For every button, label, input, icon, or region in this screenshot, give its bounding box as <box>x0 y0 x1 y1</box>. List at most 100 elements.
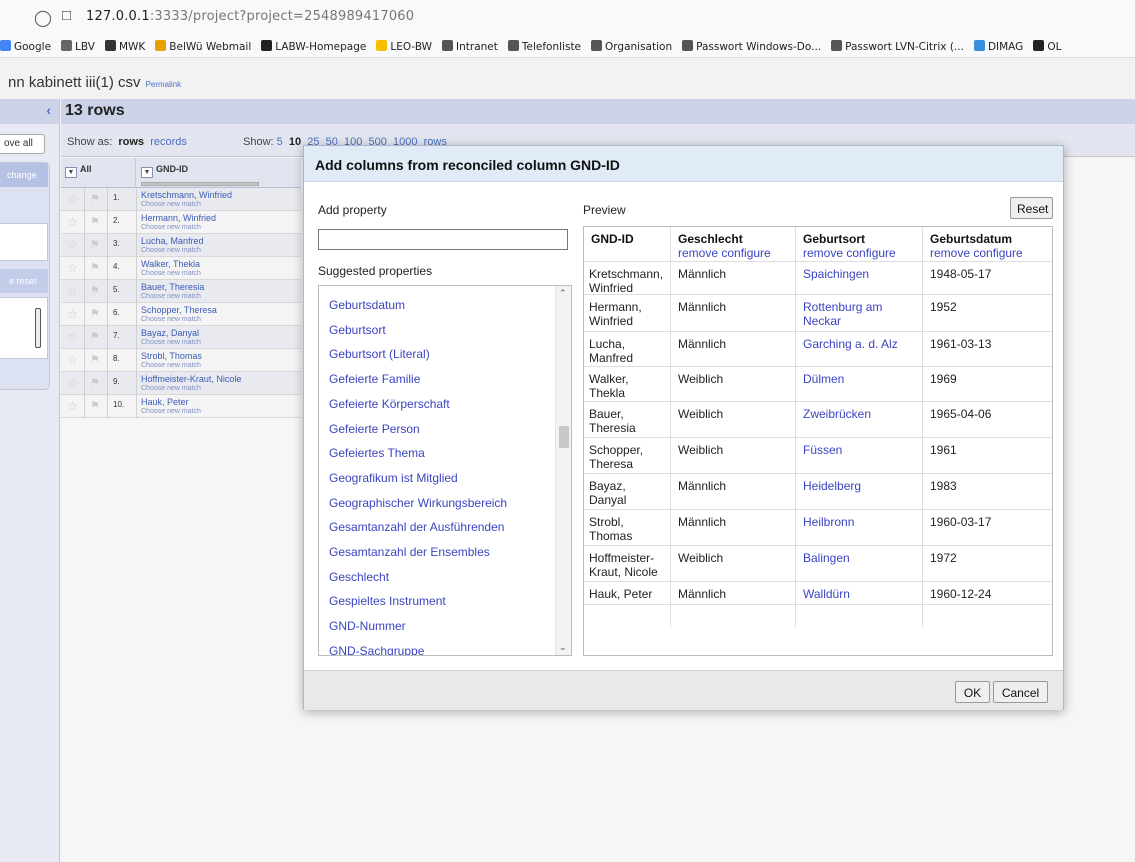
star-icon[interactable]: ☆ <box>67 307 78 321</box>
scroll-up-icon[interactable]: ⌃ <box>559 288 567 299</box>
facet-change-link[interactable]: change <box>0 163 48 187</box>
configure-geschlecht-link[interactable]: configure <box>721 246 770 260</box>
bookmark-item[interactable]: LEO-BW <box>376 36 432 57</box>
place-line-1[interactable]: Heidelberg <box>803 479 861 493</box>
star-icon[interactable]: ☆ <box>67 399 78 413</box>
gnd-cell[interactable]: Bauer, Theresia Choose new match <box>141 282 204 302</box>
gnd-cell[interactable]: Walker, Thekla Choose new match <box>141 259 201 279</box>
star-icon[interactable]: ☆ <box>67 376 78 390</box>
ok-button[interactable]: OK <box>955 681 990 703</box>
suggested-property[interactable]: Geburtsort (Literal) <box>329 347 430 361</box>
flag-icon[interactable]: ⚑ <box>90 238 100 251</box>
flag-icon[interactable]: ⚑ <box>90 376 100 389</box>
matched-name-link[interactable]: Kretschmann, Winfried <box>141 190 232 200</box>
choose-new-match-link[interactable]: Choose new match <box>141 269 201 279</box>
flag-icon[interactable]: ⚑ <box>90 399 100 412</box>
preview-geburtsort-link[interactable]: Rottenburg am Neckar <box>803 300 882 328</box>
suggested-properties-list[interactable]: GND-Sachgruppe GND-Nummer Gespieltes Instr… <box>318 285 572 656</box>
matched-name-link[interactable]: Schopper, Theresa <box>141 305 217 315</box>
star-icon[interactable]: ☆ <box>67 330 78 344</box>
bookmark-item[interactable]: OL <box>1033 36 1061 57</box>
place-line-1[interactable]: Walldürn <box>803 587 850 601</box>
add-property-input[interactable] <box>318 229 568 250</box>
suggested-property[interactable]: Gefeierte Person <box>329 422 420 436</box>
matched-name-link[interactable]: Hauk, Peter <box>141 397 189 407</box>
place-line-1[interactable]: Füssen <box>803 443 842 457</box>
bookmark-item[interactable]: Passwort Windows-Do... <box>682 36 821 57</box>
bookmark-item[interactable]: Passwort LVN-Citrix (... <box>831 36 964 57</box>
place-line-1[interactable]: Balingen <box>803 551 850 565</box>
shield-icon[interactable]: ◯ <box>34 8 52 28</box>
gnd-cell[interactable]: Schopper, Theresa Choose new match <box>141 305 217 325</box>
suggested-property[interactable]: Gesamtanzahl der Ensembles <box>329 545 490 559</box>
choose-new-match-link[interactable]: Choose new match <box>141 246 204 256</box>
permalink-link[interactable]: Permalink <box>146 80 182 89</box>
choose-new-match-link[interactable]: Choose new match <box>141 315 217 325</box>
choose-new-match-link[interactable]: Choose new match <box>141 200 232 210</box>
star-icon[interactable]: ☆ <box>67 192 78 206</box>
choose-new-match-link[interactable]: Choose new match <box>141 384 241 394</box>
gnd-cell[interactable]: Kretschmann, Winfried Choose new match <box>141 190 232 210</box>
gnd-cell[interactable]: Hermann, Winfried Choose new match <box>141 213 216 233</box>
star-icon[interactable]: ☆ <box>67 284 78 298</box>
star-icon[interactable]: ☆ <box>67 215 78 229</box>
preview-geburtsort-link[interactable]: Balingen <box>803 551 850 565</box>
bookmark-item[interactable]: DIMAG <box>973 36 1023 57</box>
remove-geschlecht-link[interactable]: remove <box>678 246 718 260</box>
suggested-property[interactable]: GND-Sachgruppe <box>329 644 424 655</box>
choose-new-match-link[interactable]: Choose new match <box>141 223 216 233</box>
preview-geburtsort-link[interactable]: Garching a. d. Alz <box>803 337 898 351</box>
matched-name-link[interactable]: Bauer, Theresia <box>141 282 204 292</box>
place-line-2[interactable]: Neckar <box>803 314 841 328</box>
place-line-1[interactable]: Garching a. d. Alz <box>803 337 898 351</box>
range-slider-handle[interactable] <box>35 308 41 348</box>
flag-icon[interactable]: ⚑ <box>90 353 100 366</box>
bookmark-item[interactable]: Organisation <box>591 36 672 57</box>
rows-mode[interactable]: rows <box>118 136 144 148</box>
configure-geburtsort-link[interactable]: configure <box>846 246 895 260</box>
place-line-1[interactable]: Heilbronn <box>803 515 854 529</box>
bookmark-item[interactable]: LBV <box>61 36 95 57</box>
matched-name-link[interactable]: Lucha, Manfred <box>141 236 204 246</box>
suggested-property[interactable]: Gefeierte Körperschaft <box>329 397 450 411</box>
preview-geburtsort-link[interactable]: Füssen <box>803 443 842 457</box>
star-icon[interactable]: ☆ <box>67 238 78 252</box>
star-icon[interactable]: ☆ <box>67 261 78 275</box>
column-all[interactable]: ▼ All <box>61 158 136 188</box>
suggested-property[interactable]: Gespieltes Instrument <box>329 594 446 608</box>
gnd-cell[interactable]: Bayaz, Danyal Choose new match <box>141 328 201 348</box>
remove-geburtsort-link[interactable]: remove <box>803 246 843 260</box>
choose-new-match-link[interactable]: Choose new match <box>141 292 204 302</box>
preview-geburtsort-link[interactable]: Heidelberg <box>803 479 861 493</box>
suggested-property[interactable]: Gefeiertes Thema <box>329 446 425 460</box>
suggested-property[interactable]: Geographischer Wirkungsbereich <box>329 496 507 510</box>
flag-icon[interactable]: ⚑ <box>90 307 100 320</box>
scroll-down-icon[interactable]: ⌄ <box>559 642 567 653</box>
bookmark-item[interactable]: LABW-Homepage <box>261 36 366 57</box>
reset-button[interactable]: Reset <box>1010 197 1053 219</box>
suggested-property[interactable]: GND-Nummer <box>329 619 406 633</box>
facet-reset-link[interactable]: e reset <box>0 269 48 293</box>
preview-geburtsort-link[interactable]: Dülmen <box>803 372 844 386</box>
project-title[interactable]: nn kabinett iii(1) csv Permalink <box>8 74 181 91</box>
scrollbar[interactable]: ⌃ ⌄ <box>555 286 571 655</box>
bookmark-item[interactable]: Telefonliste <box>507 36 581 57</box>
matched-name-link[interactable]: Hoffmeister-Kraut, Nicole <box>141 374 241 384</box>
place-line-1[interactable]: Rottenburg am <box>803 300 882 314</box>
star-icon[interactable]: ☆ <box>67 353 78 367</box>
configure-geburtsdatum-link[interactable]: configure <box>973 246 1022 260</box>
preview-geburtsort-link[interactable]: Walldürn <box>803 587 850 601</box>
preview-geburtsort-link[interactable]: Heilbronn <box>803 515 854 529</box>
flag-icon[interactable]: ⚑ <box>90 330 100 343</box>
remove-geburtsdatum-link[interactable]: remove <box>930 246 970 260</box>
bookmark-item[interactable]: Google <box>0 36 51 57</box>
matched-name-link[interactable]: Strobl, Thomas <box>141 351 202 361</box>
page-size-option[interactable]: 10 <box>289 136 301 148</box>
flag-icon[interactable]: ⚑ <box>90 215 100 228</box>
gnd-cell[interactable]: Hauk, Peter Choose new match <box>141 397 201 417</box>
preview-geburtsort-link[interactable]: Spaichingen <box>803 267 869 281</box>
matched-name-link[interactable]: Bayaz, Danyal <box>141 328 199 338</box>
preview-geburtsort-link[interactable]: Zweibrücken <box>803 407 871 421</box>
remove-all-button[interactable]: ove all <box>0 134 45 154</box>
page-size-option[interactable]: 5 <box>277 136 283 148</box>
